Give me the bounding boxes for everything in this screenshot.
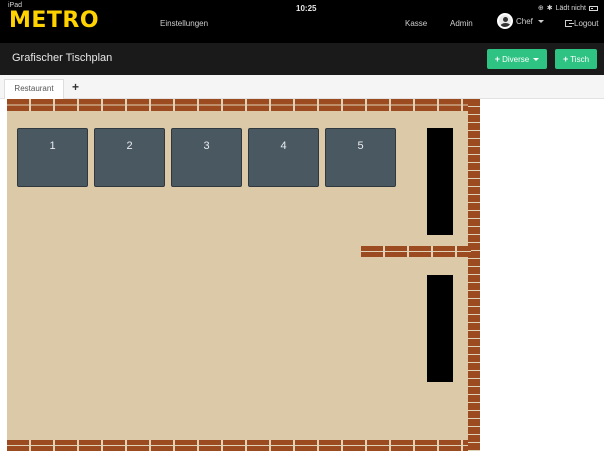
battery-icon [589,5,598,11]
page-header: Grafischer Tischplan + Diverse + Tisch [0,43,604,75]
table-2[interactable]: 2 [94,128,165,187]
page-title: Grafischer Tischplan [12,52,113,64]
bluetooth-icon: ✱ [546,5,553,12]
wall-right [468,99,480,451]
logout-icon [565,20,574,27]
chevron-down-icon [537,19,544,23]
bar-counter-bottom[interactable] [427,275,453,382]
logout-link[interactable]: Logout [565,19,598,28]
orientation-icon: ⊕ [537,5,544,12]
battery-text: Lädt nicht [555,4,586,12]
clock: 10:25 [296,4,317,13]
wall-middle [361,246,471,257]
avatar [497,13,513,29]
table-4[interactable]: 4 [248,128,319,187]
diverse-label: Diverse [502,54,530,64]
room-tabs: Restaurant + [0,75,604,99]
table-5[interactable]: 5 [325,128,396,187]
add-room-tab[interactable]: + [72,80,79,94]
plus-icon: + [562,54,569,64]
chevron-down-icon [533,57,540,61]
bar-counter-top[interactable] [427,128,453,235]
floor-plan: 1 2 3 4 5 [7,99,480,451]
wall-top [7,99,480,111]
logout-label: Logout [574,19,599,28]
wall-bottom [7,440,480,451]
nav-kasse[interactable]: Kasse [405,19,427,28]
tisch-label: Tisch [570,54,590,64]
table-3[interactable]: 3 [171,128,242,187]
user-menu[interactable]: Chef [497,13,544,29]
nav-settings[interactable]: Einstellungen [160,19,208,28]
nav-admin[interactable]: Admin [450,19,473,28]
tab-restaurant[interactable]: Restaurant [4,79,64,99]
user-name: Chef [516,16,533,26]
top-navbar: iPad METRO 10:25 ⊕ ✱ Lädt nicht Einstell… [0,0,604,43]
plus-icon: + [494,54,501,64]
status-indicators: ⊕ ✱ Lädt nicht [538,4,598,12]
metro-logo[interactable]: METRO [9,8,99,33]
diverse-dropdown-button[interactable]: + Diverse [487,49,547,69]
add-table-button[interactable]: + Tisch [555,49,597,69]
table-1[interactable]: 1 [17,128,88,187]
